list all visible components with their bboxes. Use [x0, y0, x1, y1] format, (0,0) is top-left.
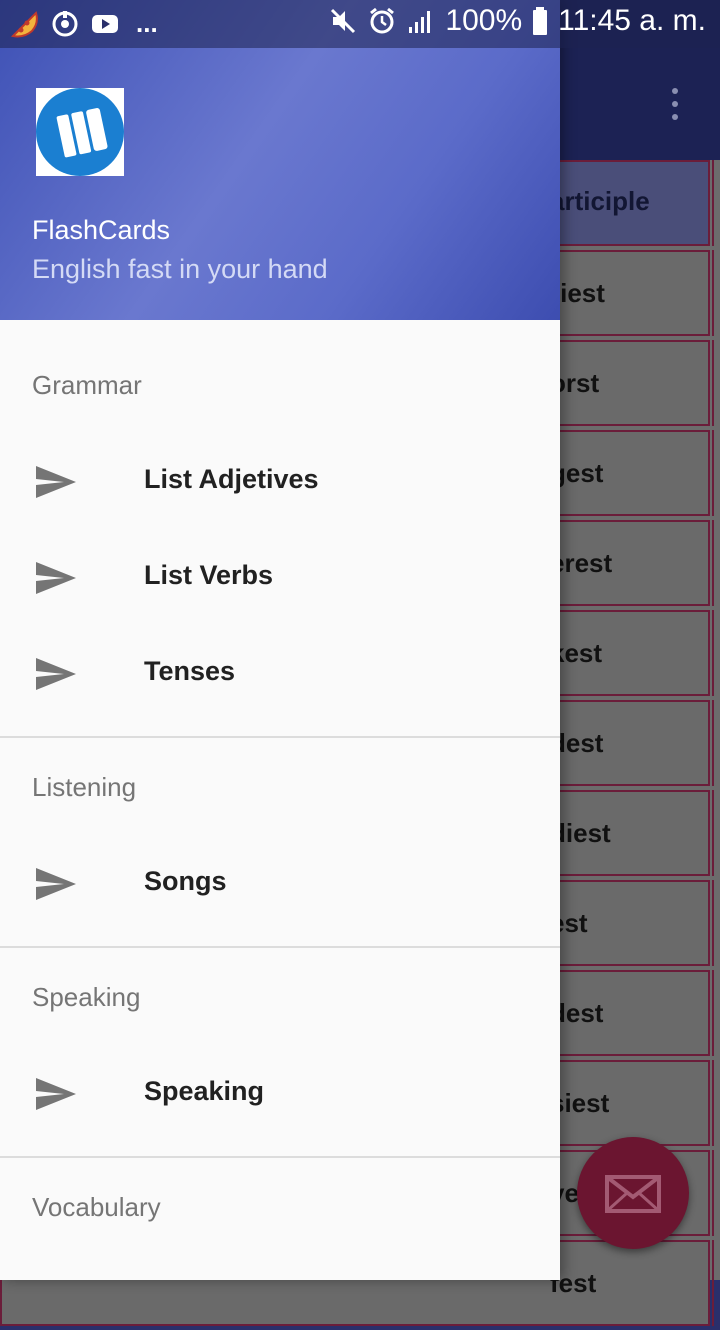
mute-icon — [331, 8, 356, 34]
section-title-listening: Listening — [32, 772, 137, 802]
section-title-grammar: Grammar — [32, 370, 142, 400]
send-icon — [36, 658, 76, 690]
table-header-cell: articiple — [550, 186, 650, 216]
flashcards-logo-icon — [36, 88, 124, 176]
more-notifications-indicator: ... — [136, 8, 158, 38]
menu-item-list-verbs[interactable]: List Verbs — [0, 530, 560, 626]
battery-icon — [533, 7, 548, 35]
app-subtitle: English fast in your hand — [32, 254, 328, 284]
send-icon — [36, 868, 76, 900]
menu-item-label: Speaking — [144, 1076, 265, 1106]
sync-icon — [52, 10, 78, 36]
status-bar: ... 100% 11:45 a. m. — [0, 0, 720, 48]
mail-fab-button[interactable] — [577, 1137, 689, 1249]
mail-icon — [605, 1175, 661, 1213]
menu-item-tenses[interactable]: Tenses — [0, 626, 560, 722]
send-icon — [36, 562, 76, 594]
send-icon — [36, 1078, 76, 1110]
menu-item-list-adjetives[interactable]: List Adjetives — [0, 434, 560, 530]
menu-item-label: Songs — [144, 866, 227, 896]
menu-item-label: List Verbs — [144, 560, 274, 590]
clock: 11:45 a. m. — [558, 4, 706, 37]
navigation-drawer: FlashCards English fast in your hand Gra… — [0, 0, 560, 1280]
signal-icon — [409, 11, 431, 33]
more-vert-icon[interactable] — [654, 84, 694, 124]
pizza-icon — [10, 10, 38, 37]
menu-item-speaking[interactable]: Speaking — [0, 1046, 560, 1142]
menu-item-songs[interactable]: Songs — [0, 836, 560, 932]
youtube-icon — [92, 14, 118, 33]
app-title: FlashCards — [32, 215, 171, 245]
send-icon — [36, 466, 76, 498]
section-title-speaking: Speaking — [32, 982, 141, 1012]
menu-item-label: Tenses — [144, 656, 236, 686]
menu-item-label: List Adjetives — [144, 464, 319, 494]
drawer-header: FlashCards English fast in your hand — [0, 0, 560, 320]
divider — [0, 946, 560, 948]
battery-percent: 100% — [445, 4, 523, 37]
divider — [0, 1156, 560, 1158]
section-title-vocabulary: Vocabulary — [32, 1192, 161, 1222]
alarm-icon — [370, 7, 395, 34]
divider — [0, 736, 560, 738]
